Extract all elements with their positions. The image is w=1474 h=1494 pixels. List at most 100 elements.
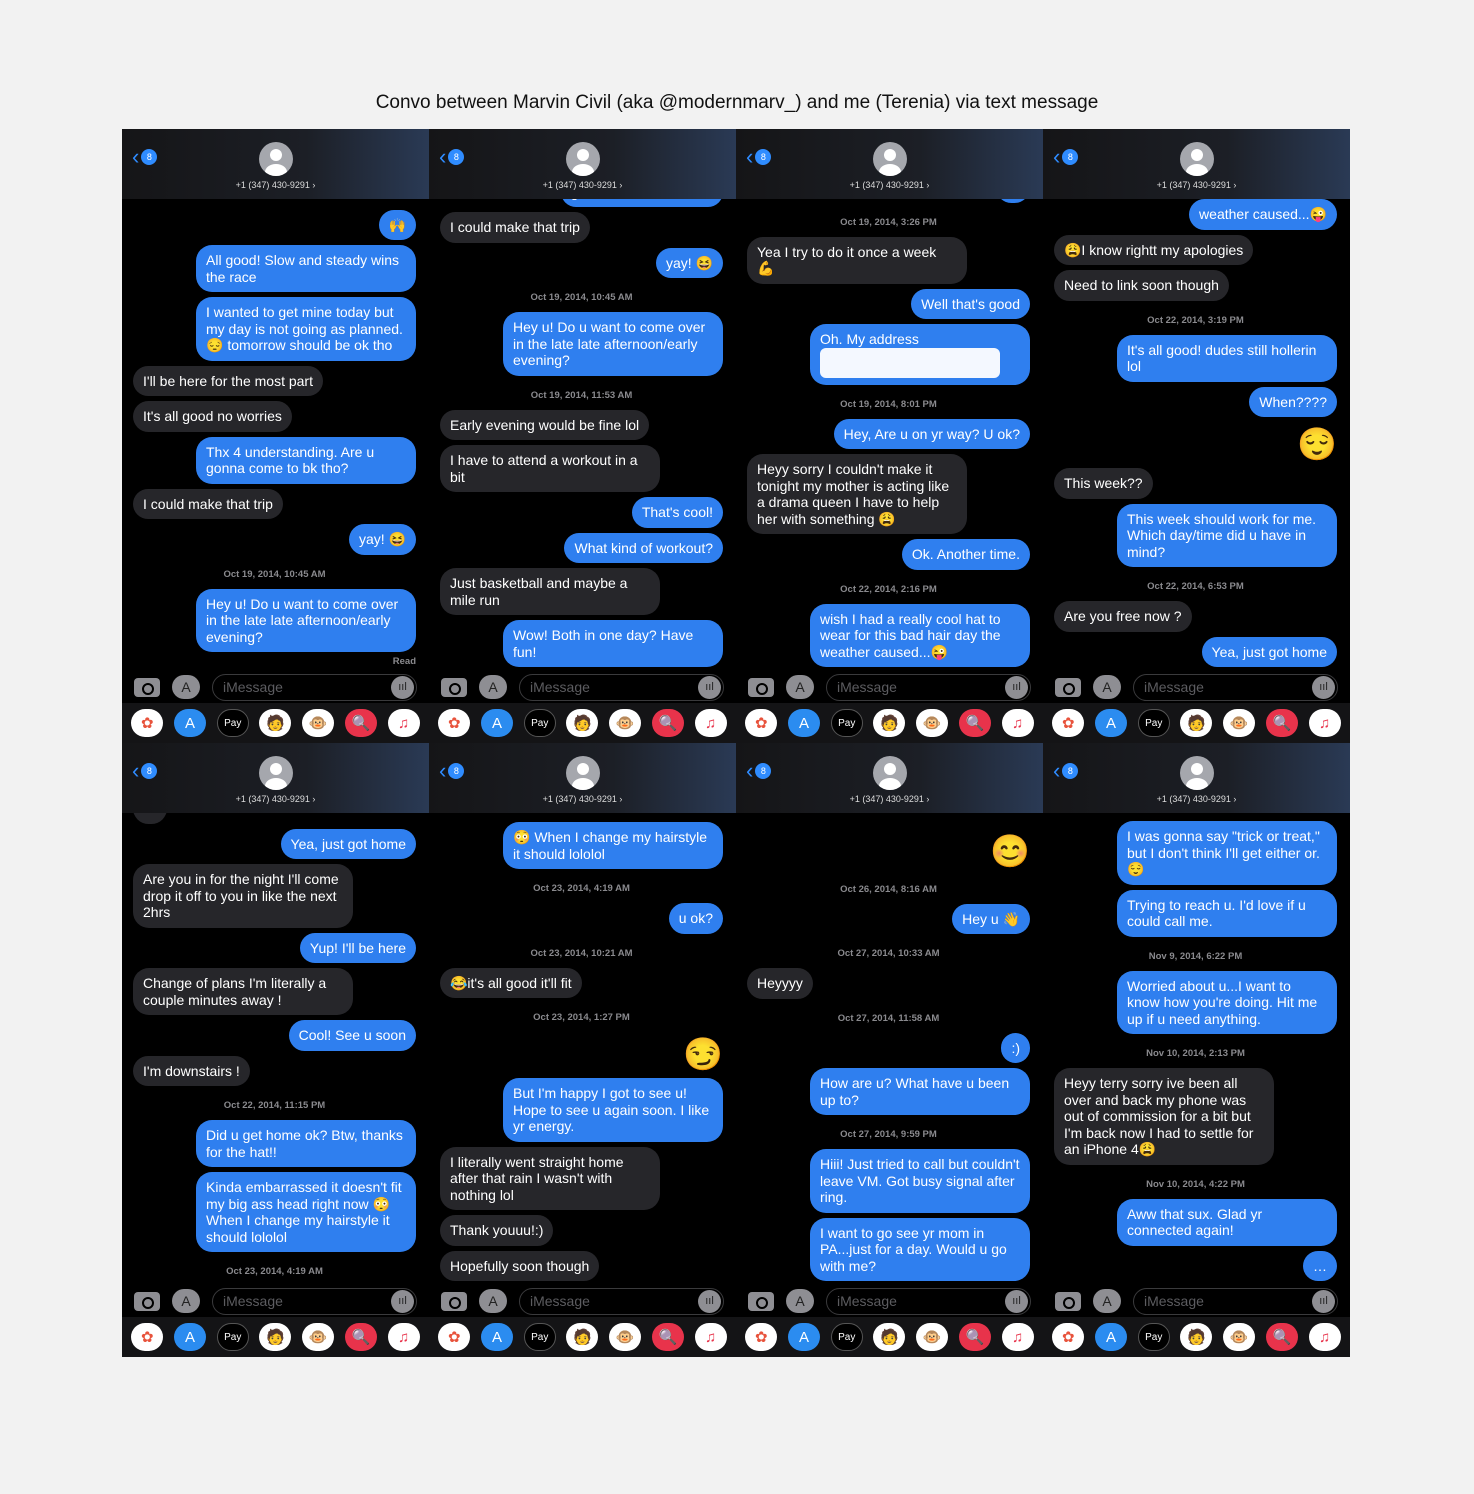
- contact-avatar-icon[interactable]: [873, 756, 907, 790]
- animoji-monkey-icon[interactable]: 🐵: [916, 1323, 949, 1351]
- back-button[interactable]: ‹ 8: [1053, 760, 1079, 782]
- photos-icon[interactable]: ✿: [1052, 709, 1085, 737]
- apple-pay-icon[interactable]: Pay: [216, 1323, 249, 1351]
- received-message[interactable]: Need to link soon though: [1054, 270, 1229, 301]
- received-message[interactable]: Heyyyy: [747, 968, 813, 999]
- contact-name[interactable]: +1 (347) 430-9291 ›: [736, 180, 1043, 190]
- contact-name[interactable]: +1 (347) 430-9291 ›: [122, 180, 429, 190]
- contact-name[interactable]: +1 (347) 430-9291 ›: [429, 794, 736, 804]
- contact-name[interactable]: +1 (347) 430-9291 ›: [122, 794, 429, 804]
- web-search-icon[interactable]: 🔍: [958, 1323, 991, 1351]
- app-store-icon[interactable]: A: [786, 675, 814, 699]
- sent-message[interactable]: gonna come to bk tho?: [560, 199, 723, 207]
- app-store-icon[interactable]: A: [172, 675, 200, 699]
- audio-message-icon[interactable]: ııl: [1005, 675, 1028, 699]
- music-icon[interactable]: ♫: [1308, 1323, 1341, 1351]
- received-message[interactable]: 😂it's all good it'll fit: [440, 967, 582, 998]
- sent-message[interactable]: Yup! I'll be here: [299, 932, 416, 963]
- memoji-icon[interactable]: 🧑: [566, 709, 599, 737]
- back-button[interactable]: ‹ 8: [439, 760, 465, 782]
- contact-avatar-icon[interactable]: [1180, 142, 1214, 176]
- photos-icon[interactable]: ✿: [131, 1323, 164, 1351]
- sent-message[interactable]: What kind of workout?: [564, 532, 723, 563]
- received-message[interactable]: I'm downstairs !: [133, 1055, 250, 1086]
- apple-pay-icon[interactable]: Pay: [1137, 1323, 1170, 1351]
- apple-pay-icon[interactable]: Pay: [830, 1323, 863, 1351]
- received-message[interactable]: Are you free now ?: [1054, 601, 1192, 632]
- apple-pay-icon[interactable]: Pay: [523, 1323, 556, 1351]
- sent-message[interactable]: Trying to reach u. I'd love if u could c…: [1117, 889, 1337, 937]
- memoji-icon[interactable]: 🧑: [1180, 1323, 1213, 1351]
- received-message[interactable]: Change of plans I'm literally a couple m…: [133, 968, 353, 1015]
- audio-message-icon[interactable]: ııl: [698, 675, 721, 699]
- sent-message[interactable]: Cool! See u soon: [288, 1020, 416, 1051]
- sent-message[interactable]: Hey u! Do u want to come over in the lat…: [503, 312, 723, 376]
- sent-message[interactable]: Yea, just got home: [280, 828, 416, 859]
- app-store-icon[interactable]: A: [1093, 1289, 1121, 1313]
- sent-message[interactable]: yay! 😆: [349, 524, 416, 555]
- received-message[interactable]: Hopefully soon though: [440, 1250, 600, 1281]
- app-store-icon[interactable]: A: [174, 1323, 207, 1351]
- received-message[interactable]: I literally went straight home after tha…: [440, 1146, 660, 1210]
- back-button[interactable]: ‹ 8: [746, 146, 772, 168]
- message-list[interactable]: 😊 Oct 26, 2014, 8:16 AM Hey u 👋 Oct 27, 201…: [736, 813, 1043, 1285]
- audio-message-icon[interactable]: ııl: [698, 1289, 721, 1313]
- sent-message[interactable]: Hey, Are u on yr way? U ok?: [833, 418, 1030, 449]
- received-message[interactable]: I'll be here for the most part: [133, 365, 323, 396]
- sent-message[interactable]: Well that's good: [911, 288, 1030, 319]
- emoji-message[interactable]: 😏: [683, 1035, 723, 1073]
- emoji-message[interactable]: 😌: [1297, 425, 1337, 463]
- message-list[interactable]: 🙌 All good! Slow and steady wins the race…: [122, 199, 429, 671]
- music-icon[interactable]: ♫: [387, 1323, 420, 1351]
- sent-message[interactable]: How are u? What have u been up to?: [810, 1068, 1030, 1115]
- camera-icon[interactable]: [134, 1291, 160, 1311]
- sent-message[interactable]: Hiii! Just tried to call but couldn't le…: [810, 1149, 1030, 1213]
- sent-message[interactable]: yay! 😆: [656, 247, 723, 278]
- app-store-icon[interactable]: A: [174, 709, 207, 737]
- photos-icon[interactable]: ✿: [438, 1323, 471, 1351]
- received-message[interactable]: It's all good no worries: [133, 401, 292, 432]
- animoji-monkey-icon[interactable]: 🐵: [609, 1323, 642, 1351]
- sent-message[interactable]: Wow! Both in one day? Have fun!: [503, 620, 723, 667]
- memoji-icon[interactable]: 🧑: [873, 1323, 906, 1351]
- app-store-icon[interactable]: A: [1095, 1323, 1128, 1351]
- music-icon[interactable]: ♫: [1308, 709, 1341, 737]
- back-button[interactable]: ‹ 8: [439, 146, 465, 168]
- message-list[interactable]: with me?Oct 31, 2014, 4:52 PMI was gonna…: [1043, 813, 1350, 1285]
- back-button[interactable]: ‹ 8: [132, 760, 158, 782]
- audio-message-icon[interactable]: ııl: [1312, 675, 1335, 699]
- camera-icon[interactable]: [748, 1291, 774, 1311]
- sent-message[interactable]: Ok. Another time.: [901, 539, 1030, 570]
- sent-message[interactable]: …: [996, 199, 1030, 203]
- sent-message[interactable]: Aww that sux. Glad yr connected again!: [1117, 1198, 1337, 1246]
- web-search-icon[interactable]: 🔍: [344, 709, 377, 737]
- camera-icon[interactable]: [1055, 1291, 1081, 1311]
- animoji-monkey-icon[interactable]: 🐵: [1223, 709, 1256, 737]
- audio-message-icon[interactable]: ııl: [1312, 1289, 1335, 1313]
- received-message[interactable]: Heyy sorry I couldn't make it tonight my…: [747, 454, 967, 534]
- web-search-icon[interactable]: 🔍: [1265, 1323, 1298, 1351]
- app-store-icon[interactable]: A: [788, 1323, 821, 1351]
- sent-message[interactable]: Thx 4 understanding. Are u gonna come to…: [196, 436, 416, 484]
- sent-message[interactable]: But I'm happy I got to see u! Hope to se…: [503, 1078, 723, 1142]
- animoji-monkey-icon[interactable]: 🐵: [302, 1323, 335, 1351]
- sent-message[interactable]: All good! Slow and steady wins the race: [196, 245, 416, 292]
- back-button[interactable]: ‹ 8: [132, 146, 158, 168]
- audio-message-icon[interactable]: ııl: [391, 675, 414, 699]
- photos-icon[interactable]: ✿: [745, 1323, 778, 1351]
- contact-name[interactable]: +1 (347) 430-9291 ›: [429, 180, 736, 190]
- message-input[interactable]: iMessage ııl: [826, 673, 1031, 701]
- received-message[interactable]: …: [133, 813, 167, 824]
- music-icon[interactable]: ♫: [1001, 709, 1034, 737]
- music-icon[interactable]: ♫: [387, 709, 420, 737]
- camera-icon[interactable]: [1055, 677, 1081, 697]
- sent-message[interactable]: Worried about u...I want to know how you…: [1117, 970, 1337, 1034]
- audio-message-icon[interactable]: ııl: [1005, 1289, 1028, 1313]
- contact-avatar-icon[interactable]: [873, 142, 907, 176]
- music-icon[interactable]: ♫: [694, 709, 727, 737]
- memoji-icon[interactable]: 🧑: [259, 709, 292, 737]
- received-message[interactable]: Yea I try to do it once a week 💪: [747, 236, 967, 284]
- contact-avatar-icon[interactable]: [1180, 756, 1214, 790]
- photos-icon[interactable]: ✿: [745, 709, 778, 737]
- animoji-monkey-icon[interactable]: 🐵: [609, 709, 642, 737]
